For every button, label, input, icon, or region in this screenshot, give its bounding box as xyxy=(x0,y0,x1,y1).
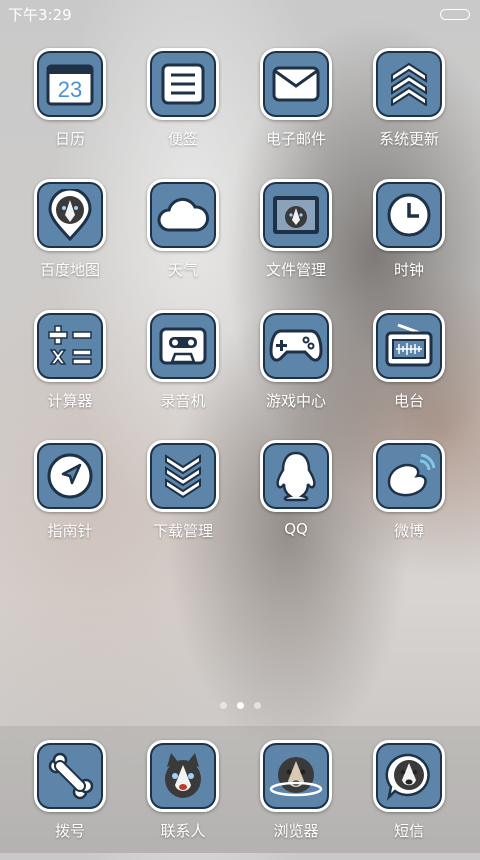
app-file-manager[interactable]: 文件管理 xyxy=(240,179,352,299)
update-chevrons-icon xyxy=(391,62,427,106)
app-label: 拨号 xyxy=(54,822,85,840)
app-baidu-map[interactable]: 百度地图 xyxy=(14,179,126,299)
husky-planet-icon xyxy=(269,757,323,797)
gamepad-icon xyxy=(269,329,323,362)
app-label: 文件管理 xyxy=(265,261,326,279)
app-clock[interactable]: 时钟 xyxy=(353,179,465,299)
page-dot-active[interactable] xyxy=(236,702,244,709)
app-label: 系统更新 xyxy=(378,130,439,148)
app-label: 短信 xyxy=(393,822,424,840)
page-dot[interactable] xyxy=(219,702,227,709)
penguin-icon xyxy=(276,451,316,502)
app-label: 游戏中心 xyxy=(265,392,326,410)
app-label: QQ xyxy=(284,520,308,538)
app-weather[interactable]: 天气 xyxy=(127,179,239,299)
app-label: 计算器 xyxy=(47,392,93,410)
page-indicator[interactable] xyxy=(0,702,480,709)
app-game-center[interactable]: 游戏中心 xyxy=(240,310,352,430)
calendar-date: 23 xyxy=(58,77,82,102)
app-notes[interactable]: 便签 xyxy=(127,48,239,168)
app-label: 浏览器 xyxy=(273,822,319,840)
weibo-icon xyxy=(387,454,435,497)
app-download-manager[interactable]: 下载管理 xyxy=(127,440,239,560)
bone-icon xyxy=(48,752,94,800)
dock-app-contacts[interactable]: 联系人 xyxy=(127,740,239,860)
mail-icon xyxy=(272,66,320,102)
app-label: 时钟 xyxy=(393,261,424,279)
calculator-icon xyxy=(48,325,92,365)
app-label: 微博 xyxy=(393,522,424,540)
file-manager-husky-icon xyxy=(273,196,319,234)
app-label: 百度地图 xyxy=(39,261,100,279)
husky-face-icon xyxy=(165,753,201,798)
dock-app-messages[interactable]: 短信 xyxy=(353,740,465,860)
page-dot[interactable] xyxy=(253,702,261,709)
app-label: 电子邮件 xyxy=(265,130,326,148)
app-calculator[interactable]: 计算器 xyxy=(14,310,126,430)
notes-icon xyxy=(161,63,205,105)
app-compass[interactable]: 指南针 xyxy=(14,440,126,560)
app-label: 便签 xyxy=(167,130,198,148)
app-qq[interactable]: QQ xyxy=(240,440,352,560)
app-recorder[interactable]: 录音机 xyxy=(127,310,239,430)
app-label: 日历 xyxy=(54,130,85,148)
dock-app-browser[interactable]: 浏览器 xyxy=(240,740,352,860)
clock-icon xyxy=(387,193,431,237)
map-pin-husky-icon xyxy=(48,189,92,241)
app-label: 天气 xyxy=(167,261,198,279)
app-email[interactable]: 电子邮件 xyxy=(240,48,352,168)
calendar-icon: 23 xyxy=(46,64,94,106)
app-label: 录音机 xyxy=(160,392,206,410)
download-chevrons-icon xyxy=(165,454,201,498)
cassette-icon xyxy=(159,327,207,365)
app-system-update[interactable]: 系统更新 xyxy=(353,48,465,168)
app-weibo[interactable]: 微博 xyxy=(353,440,465,560)
cloud-icon xyxy=(157,197,209,232)
radio-icon xyxy=(385,323,433,367)
app-label: 下载管理 xyxy=(152,522,213,540)
app-radio[interactable]: 电台 xyxy=(353,310,465,430)
husky-bubble-icon xyxy=(385,753,430,801)
app-label: 指南针 xyxy=(47,522,93,540)
compass-arrow-icon xyxy=(47,453,93,499)
app-label: 联系人 xyxy=(160,822,206,840)
dock-app-phone[interactable]: 拨号 xyxy=(14,740,126,860)
app-label: 电台 xyxy=(393,392,424,410)
app-calendar[interactable]: 23 日历 xyxy=(14,48,126,168)
